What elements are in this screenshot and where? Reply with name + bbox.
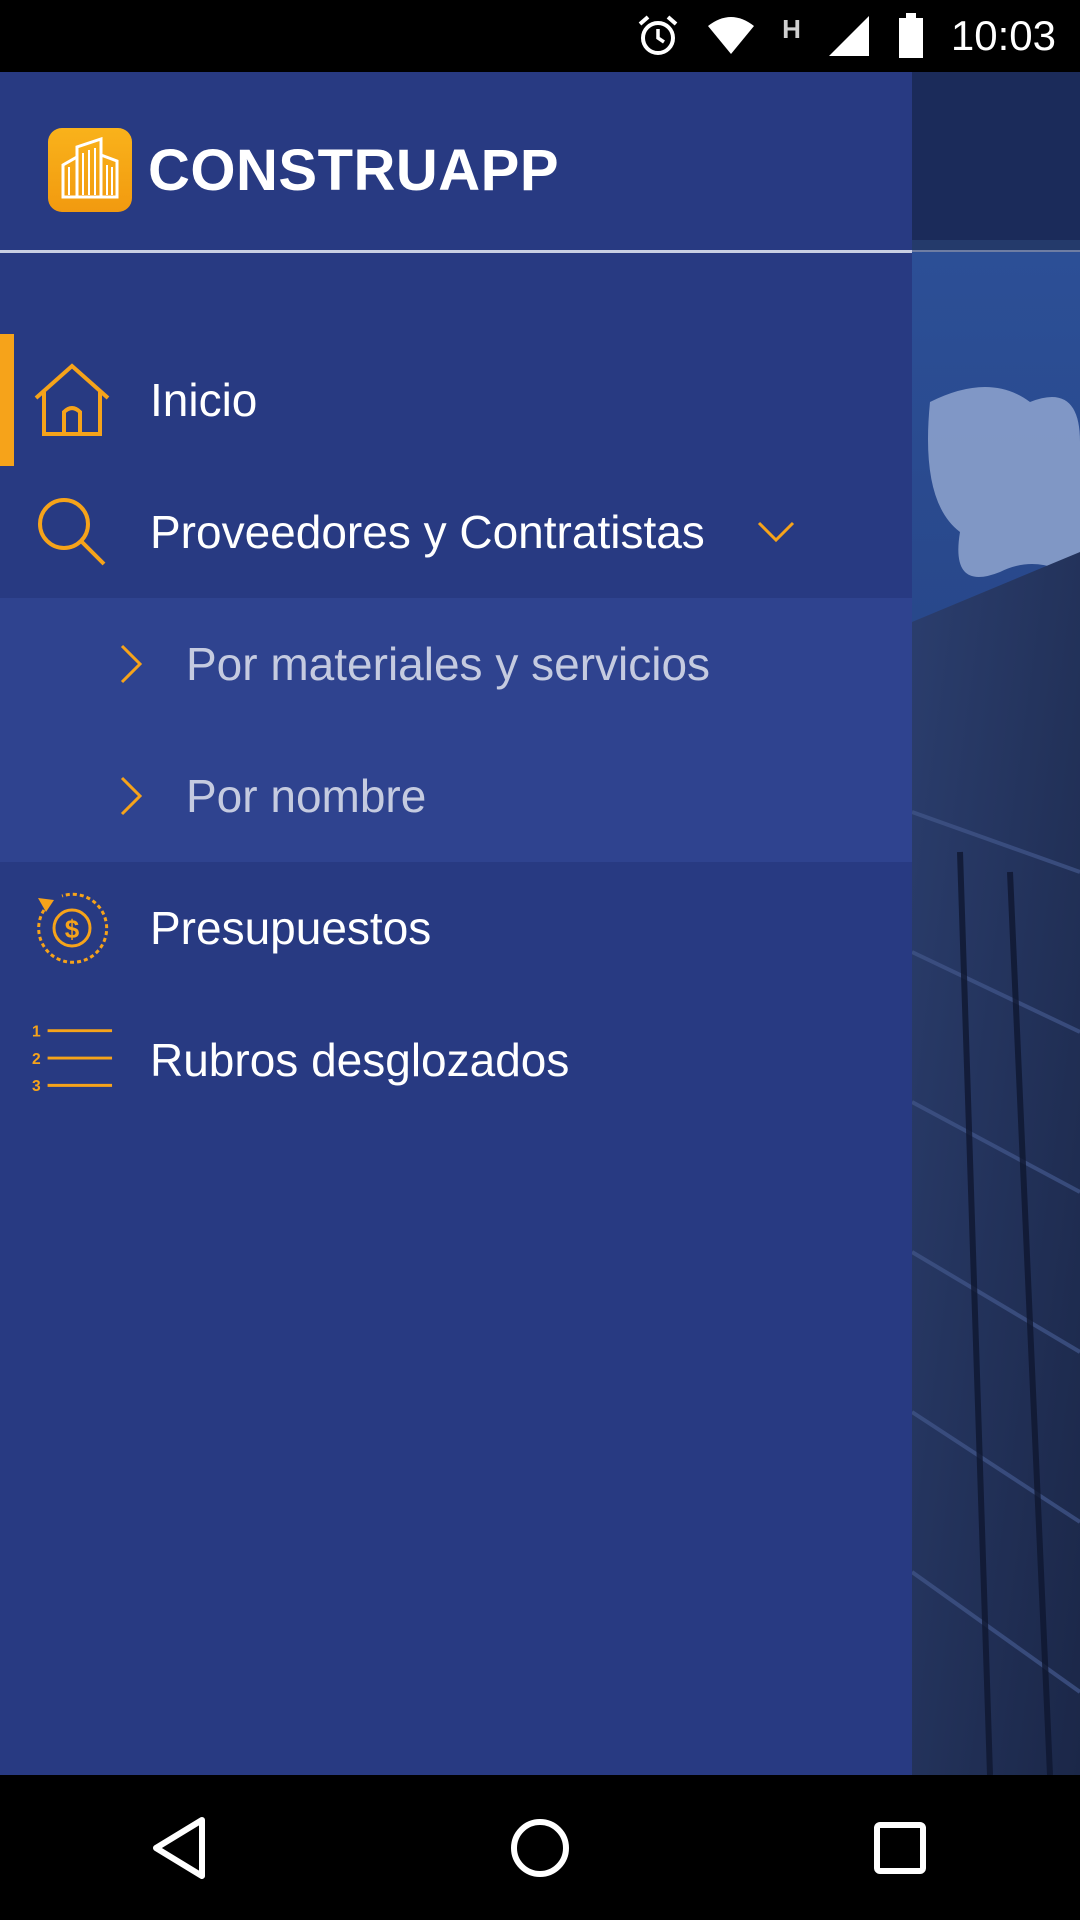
- drawer-header: CONSTRUAPP: [0, 72, 912, 250]
- alarm-icon: [636, 14, 680, 58]
- app-name: CONSTRUAPP: [148, 138, 560, 203]
- menu-item-presupuestos[interactable]: $ Presupuestos: [0, 862, 912, 994]
- signal-icon: [827, 14, 871, 58]
- app-logo: [48, 128, 132, 212]
- menu-item-label: Rubros desglozados: [150, 1034, 570, 1086]
- status-bar: H 10:03: [0, 0, 1080, 72]
- numbered-list-icon: 1 2 3: [30, 1018, 114, 1102]
- battery-icon: [897, 13, 925, 59]
- building-logo-icon: [61, 137, 119, 199]
- menu-item-label: Presupuestos: [150, 902, 432, 954]
- search-icon: [30, 490, 114, 574]
- svg-text:$: $: [65, 914, 80, 944]
- network-type-label: H: [782, 14, 801, 44]
- submenu-proveedores: Por materiales y servicios Por nombre: [0, 598, 912, 862]
- submenu-item-por-nombre[interactable]: Por nombre: [0, 730, 912, 862]
- chevron-right-icon: [116, 642, 146, 686]
- menu-item-proveedores[interactable]: Proveedores y Contratistas: [0, 466, 912, 598]
- wifi-icon: [706, 16, 756, 56]
- recents-icon[interactable]: [840, 1788, 960, 1908]
- navigation-drawer: CONSTRUAPP Inicio Proveedores y Contrati…: [0, 72, 912, 1775]
- svg-text:1: 1: [32, 1024, 41, 1041]
- svg-text:2: 2: [32, 1051, 41, 1068]
- system-nav-bar: [0, 1775, 1080, 1920]
- submenu-item-materiales-servicios[interactable]: Por materiales y servicios: [0, 598, 912, 730]
- drawer-menu: Inicio Proveedores y Contratistas Por ma…: [0, 334, 912, 1126]
- budget-dollar-icon: $: [30, 886, 114, 970]
- chevron-right-icon: [116, 774, 146, 818]
- chevron-down-icon[interactable]: [756, 514, 796, 550]
- menu-item-label: Proveedores y Contratistas: [150, 506, 705, 558]
- menu-item-rubros[interactable]: 1 2 3 Rubros desglozados: [0, 994, 912, 1126]
- home-circle-icon[interactable]: [480, 1788, 600, 1908]
- clock: 10:03: [950, 12, 1056, 59]
- svg-text:3: 3: [32, 1078, 41, 1095]
- home-icon: [30, 358, 114, 442]
- menu-item-label: Inicio: [150, 374, 258, 426]
- header-divider: [0, 250, 912, 253]
- back-icon[interactable]: [120, 1788, 240, 1908]
- submenu-item-label: Por materiales y servicios: [186, 638, 711, 690]
- menu-item-inicio[interactable]: Inicio: [0, 334, 912, 466]
- submenu-item-label: Por nombre: [186, 770, 427, 822]
